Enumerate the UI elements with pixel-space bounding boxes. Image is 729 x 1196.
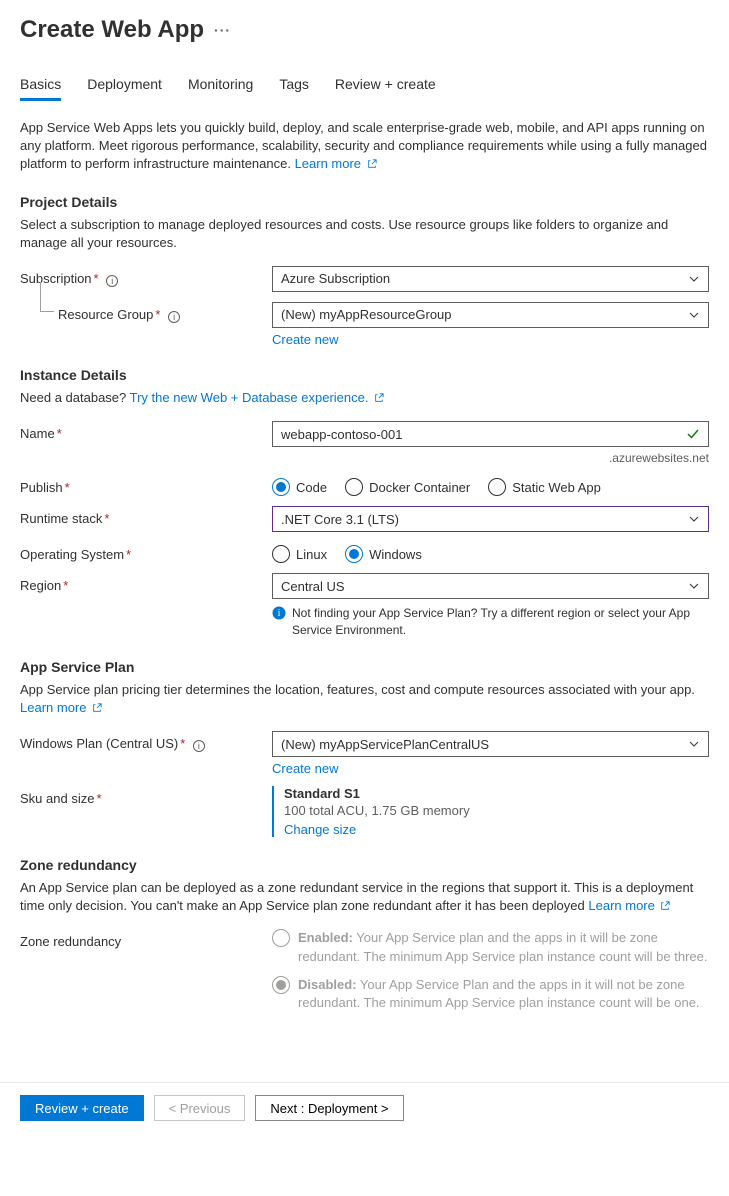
required-icon: * xyxy=(104,511,109,526)
next-button[interactable]: Next : Deployment > xyxy=(255,1095,403,1121)
plan-desc: App Service plan pricing tier determines… xyxy=(20,681,709,717)
name-input[interactable]: webapp-contoso-001 xyxy=(272,421,709,447)
tab-deployment[interactable]: Deployment xyxy=(87,72,162,101)
tab-review-create[interactable]: Review + create xyxy=(335,72,436,101)
sku-block: Standard S1 100 total ACU, 1.75 GB memor… xyxy=(272,786,709,837)
section-project-details: Project Details xyxy=(20,194,709,210)
info-icon[interactable]: i xyxy=(168,311,180,323)
section-app-service-plan: App Service Plan xyxy=(20,659,709,675)
resource-group-label: Resource Group xyxy=(58,307,153,322)
required-icon: * xyxy=(65,480,70,495)
publish-radio-static[interactable]: Static Web App xyxy=(488,478,601,496)
required-icon: * xyxy=(57,426,62,441)
info-icon: i xyxy=(272,606,286,620)
subscription-label: Subscription xyxy=(20,271,92,286)
required-icon: * xyxy=(126,547,131,562)
chevron-down-icon xyxy=(688,738,700,750)
external-link-icon xyxy=(374,393,384,403)
section-zone-redundancy: Zone redundancy xyxy=(20,857,709,873)
tab-bar: Basics Deployment Monitoring Tags Review… xyxy=(20,72,709,101)
instance-db-prompt: Need a database? Try the new Web + Datab… xyxy=(20,389,709,407)
required-icon: * xyxy=(63,578,68,593)
info-icon[interactable]: i xyxy=(106,275,118,287)
subscription-select[interactable]: Azure Subscription xyxy=(272,266,709,292)
tab-monitoring[interactable]: Monitoring xyxy=(188,72,253,101)
required-icon: * xyxy=(180,736,185,751)
more-icon[interactable]: ··· xyxy=(214,22,231,38)
sku-name: Standard S1 xyxy=(284,786,709,801)
zone-desc: An App Service plan can be deployed as a… xyxy=(20,879,709,915)
previous-button: < Previous xyxy=(154,1095,246,1121)
tab-tags[interactable]: Tags xyxy=(279,72,309,101)
publish-radio-code[interactable]: Code xyxy=(272,478,327,496)
zone-redundancy-label: Zone redundancy xyxy=(20,934,121,949)
zone-disabled-text: Disabled: Your App Service Plan and the … xyxy=(298,976,709,1012)
name-label: Name xyxy=(20,426,55,441)
publish-label: Publish xyxy=(20,480,63,495)
external-link-icon xyxy=(660,901,670,911)
intro-learn-more-link[interactable]: Learn more xyxy=(295,156,377,171)
check-icon xyxy=(686,427,700,441)
footer-bar: Review + create < Previous Next : Deploy… xyxy=(0,1082,729,1133)
page-title: Create Web App xyxy=(20,16,204,44)
chevron-down-icon xyxy=(688,580,700,592)
section-instance-details: Instance Details xyxy=(20,367,709,383)
os-label: Operating System xyxy=(20,547,124,562)
create-new-rg-link[interactable]: Create new xyxy=(272,332,338,347)
sku-label: Sku and size xyxy=(20,791,94,806)
publish-radio-docker[interactable]: Docker Container xyxy=(345,478,470,496)
region-hint: Not finding your App Service Plan? Try a… xyxy=(292,605,709,639)
domain-suffix: .azurewebsites.net xyxy=(272,451,709,465)
chevron-down-icon xyxy=(688,309,700,321)
required-icon: * xyxy=(96,791,101,806)
zone-learn-more-link[interactable]: Learn more xyxy=(588,898,670,913)
region-select[interactable]: Central US xyxy=(272,573,709,599)
required-icon: * xyxy=(94,271,99,286)
os-radio-linux[interactable]: Linux xyxy=(272,545,327,563)
tab-basics[interactable]: Basics xyxy=(20,72,61,101)
zone-radio-disabled xyxy=(272,976,290,994)
info-icon[interactable]: i xyxy=(193,740,205,752)
external-link-icon xyxy=(367,159,377,169)
change-size-link[interactable]: Change size xyxy=(284,822,356,837)
required-icon: * xyxy=(155,307,160,322)
runtime-label: Runtime stack xyxy=(20,511,102,526)
zone-enabled-text: Enabled: Your App Service plan and the a… xyxy=(298,929,709,965)
zone-radio-enabled xyxy=(272,929,290,947)
runtime-select[interactable]: .NET Core 3.1 (LTS) xyxy=(272,506,709,532)
os-radio-windows[interactable]: Windows xyxy=(345,545,422,563)
project-details-desc: Select a subscription to manage deployed… xyxy=(20,216,709,252)
create-new-plan-link[interactable]: Create new xyxy=(272,761,338,776)
windows-plan-label: Windows Plan (Central US) xyxy=(20,736,178,751)
external-link-icon xyxy=(92,703,102,713)
windows-plan-select[interactable]: (New) myAppServicePlanCentralUS xyxy=(272,731,709,757)
chevron-down-icon xyxy=(688,513,700,525)
plan-learn-more-link[interactable]: Learn more xyxy=(20,700,102,715)
region-label: Region xyxy=(20,578,61,593)
resource-group-select[interactable]: (New) myAppResourceGroup xyxy=(272,302,709,328)
web-database-link[interactable]: Try the new Web + Database experience. xyxy=(130,390,384,405)
review-create-button[interactable]: Review + create xyxy=(20,1095,144,1121)
chevron-down-icon xyxy=(688,273,700,285)
sku-detail: 100 total ACU, 1.75 GB memory xyxy=(284,803,709,818)
svg-text:i: i xyxy=(278,608,281,619)
intro-text: App Service Web Apps lets you quickly bu… xyxy=(20,119,709,174)
tree-line-icon xyxy=(40,282,54,312)
